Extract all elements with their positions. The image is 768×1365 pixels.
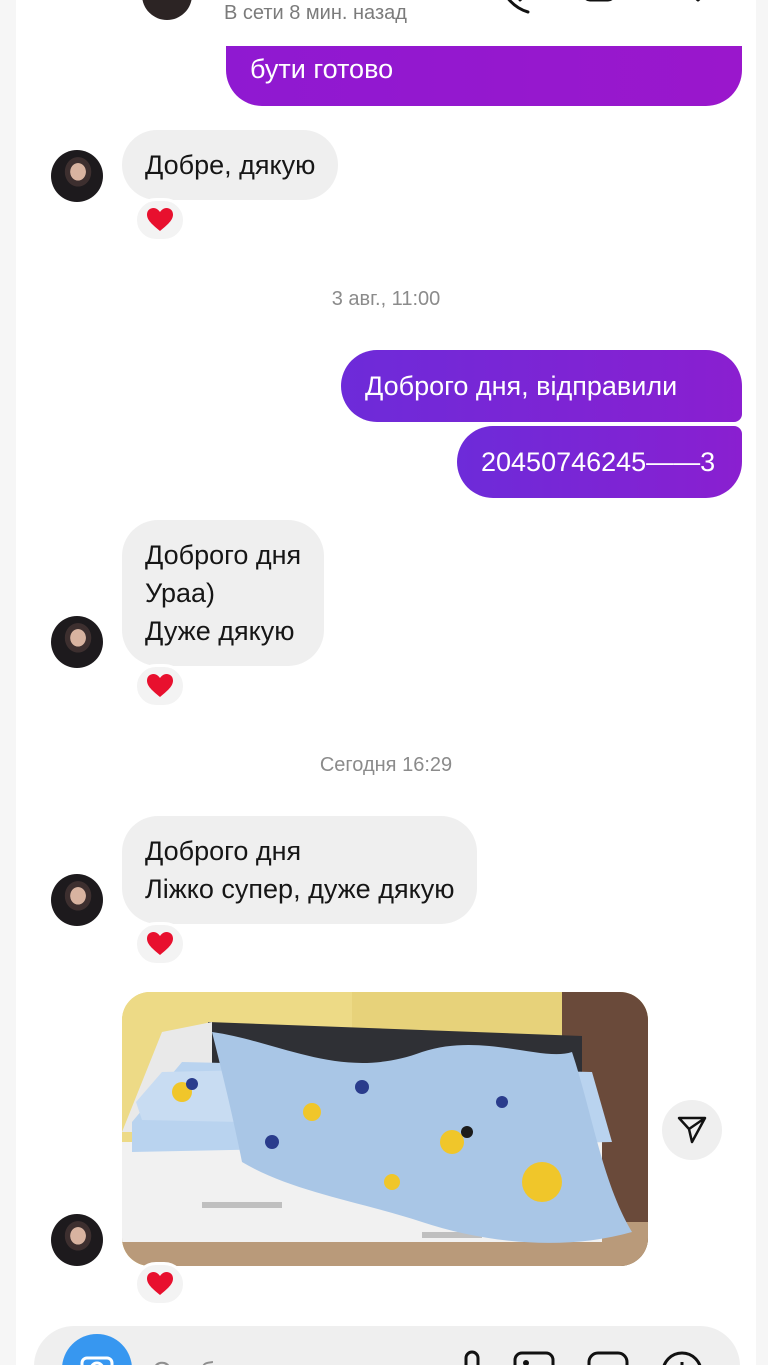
- gallery-icon[interactable]: [512, 1350, 556, 1365]
- flag-icon[interactable]: [678, 0, 718, 16]
- timestamp: 3 авг., 11:00: [331, 288, 441, 310]
- message-text: бути готово: [250, 54, 394, 84]
- chat-screen: В сети 8 мин. назад бути готово Добре, д…: [16, 0, 756, 1365]
- incoming-message-bubble[interactable]: Доброго дня Ураа) Дуже дякую: [122, 520, 325, 666]
- sender-avatar[interactable]: [51, 1214, 103, 1266]
- message-composer: Сообщение...: [34, 1326, 740, 1365]
- heart-reaction-icon: [147, 208, 173, 231]
- phone-call-icon[interactable]: [498, 0, 534, 16]
- plus-circle-icon[interactable]: [660, 1350, 704, 1365]
- heart-reaction-icon: [147, 674, 173, 697]
- bed-photo-illustration: [122, 992, 648, 1266]
- incoming-message-bubble[interactable]: Добре, дякую: [122, 130, 339, 200]
- send-icon: [677, 1116, 707, 1144]
- reaction-badge[interactable]: [134, 922, 186, 966]
- sender-avatar[interactable]: [51, 150, 103, 202]
- message-text: 20450746245——3: [481, 447, 716, 477]
- sticker-icon[interactable]: [586, 1350, 630, 1365]
- heart-reaction-icon: [147, 932, 173, 955]
- online-status: В сети 8 мин. назад: [224, 2, 407, 24]
- outgoing-message-bubble[interactable]: 20450746245——3: [457, 426, 742, 498]
- message-text: Добре, дякую: [145, 150, 316, 180]
- back-arrow-icon[interactable]: [48, 0, 70, 8]
- message-text-line: Ліжко супер, дуже дякую: [145, 874, 455, 904]
- message-text-line: Дуже дякую: [145, 616, 295, 646]
- message-text-line: Ураа): [145, 578, 215, 608]
- reaction-badge[interactable]: [134, 1262, 186, 1306]
- message-text-line: Доброго дня: [145, 540, 302, 570]
- message-text: Доброго дня, відправили: [365, 371, 678, 401]
- outgoing-message-bubble[interactable]: бути готово: [226, 46, 742, 106]
- heart-reaction-icon: [147, 1272, 173, 1295]
- reaction-badge[interactable]: [134, 198, 186, 242]
- message-text-line: Доброго дня: [145, 836, 302, 866]
- incoming-message-bubble[interactable]: Доброго дня Ліжко супер, дуже дякую: [122, 816, 478, 924]
- reaction-badge[interactable]: [134, 664, 186, 708]
- microphone-icon[interactable]: [460, 1350, 484, 1365]
- share-button[interactable]: [662, 1100, 722, 1160]
- sender-avatar[interactable]: [51, 616, 103, 668]
- camera-button[interactable]: [62, 1334, 132, 1365]
- video-call-icon[interactable]: [582, 0, 630, 16]
- camera-icon: [80, 1356, 114, 1365]
- bed-photo[interactable]: [122, 992, 648, 1266]
- contact-avatar[interactable]: [142, 0, 192, 20]
- outgoing-message-bubble[interactable]: Доброго дня, відправили: [341, 350, 742, 422]
- chat-header: В сети 8 мин. назад: [16, 0, 756, 28]
- timestamp: Сегодня 16:29: [319, 754, 453, 776]
- message-input[interactable]: Сообщение...: [152, 1356, 315, 1365]
- sender-avatar[interactable]: [51, 874, 103, 926]
